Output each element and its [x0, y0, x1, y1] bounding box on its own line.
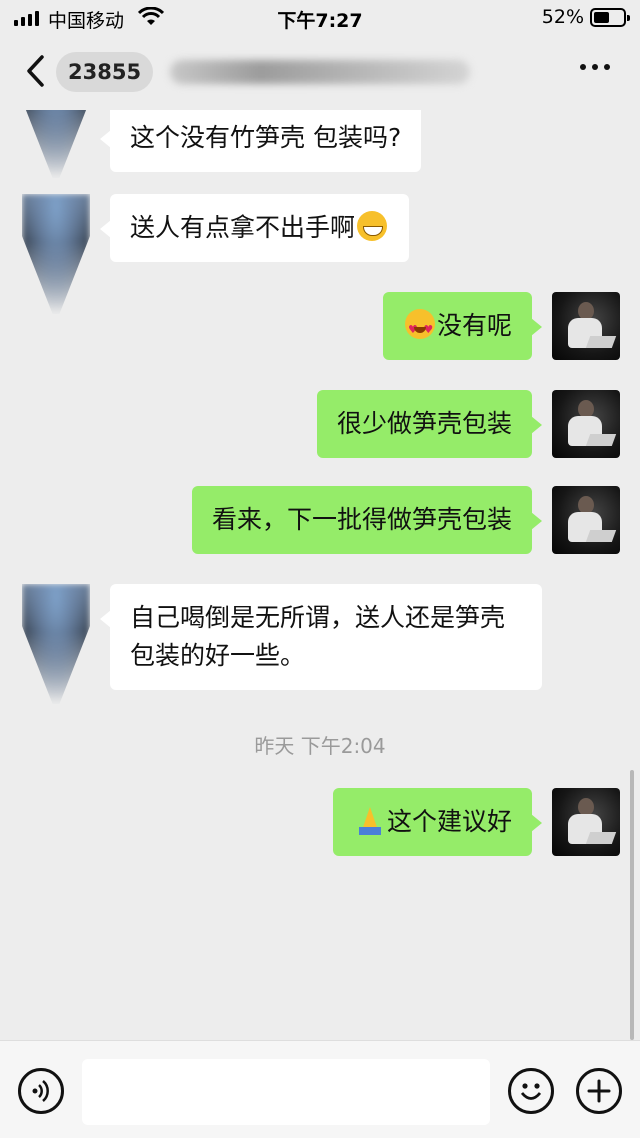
contact-avatar[interactable]: [22, 110, 90, 178]
message-text: 没有呢: [436, 311, 512, 340]
message-row: 这个没有竹笋壳 包装吗?: [0, 110, 640, 178]
grin-icon: [357, 211, 388, 241]
heart-eyes-icon: [404, 309, 435, 349]
my-avatar[interactable]: [552, 292, 620, 360]
message-bubble-incoming[interactable]: 自己喝倒是无所谓，送人还是笋壳包装的好一些。: [100, 584, 542, 690]
message-text: 看来，下一批得做笋壳包装: [211, 505, 512, 534]
my-avatar[interactable]: [552, 390, 620, 458]
blurred-contact-name: [170, 60, 470, 84]
input-bar: [0, 1040, 640, 1138]
chat-messages[interactable]: 这个没有竹笋壳 包装吗? 送人有点拿不出手啊 没有呢 很少做笋壳包装 看来，下一…: [0, 110, 640, 1040]
my-avatar[interactable]: [552, 486, 620, 554]
message-text: 自己喝倒是无所谓，送人还是笋壳包装的好一些。: [130, 603, 506, 670]
message-row: 看来，下一批得做笋壳包装: [0, 486, 640, 566]
message-bubble-outgoing[interactable]: 看来，下一批得做笋壳包装: [191, 486, 543, 554]
emoji-button[interactable]: [508, 1068, 554, 1114]
chat-title: 23855: [56, 52, 154, 92]
message-timestamp: 昨天 下午2:04: [254, 734, 386, 758]
back-icon[interactable]: [22, 54, 52, 88]
chat-header: 23855: [0, 36, 640, 110]
voice-input-button[interactable]: [18, 1068, 64, 1114]
more-options-icon[interactable]: [580, 64, 610, 70]
message-text: 这个建议好: [386, 807, 512, 836]
plus-icon: [587, 1079, 611, 1103]
battery-icon: [590, 8, 630, 27]
voice-icon: [32, 1080, 49, 1102]
status-bar: 中国移动 下午7:27 52%: [0, 0, 640, 36]
smiley-icon: [520, 1083, 542, 1100]
scrollbar[interactable]: [630, 770, 634, 1040]
message-bubble-outgoing[interactable]: 很少做笋壳包装: [316, 390, 543, 458]
message-text: 很少做笋壳包装: [336, 409, 512, 438]
message-input[interactable]: [82, 1059, 490, 1125]
battery-percent: 52%: [541, 6, 584, 28]
message-bubble-outgoing[interactable]: 没有呢: [382, 292, 543, 360]
my-avatar[interactable]: [552, 788, 620, 856]
message-row: 没有呢: [0, 292, 640, 372]
message-bubble-incoming[interactable]: 这个没有竹笋壳 包装吗?: [99, 110, 422, 172]
pray-icon: [355, 805, 385, 835]
contact-avatar[interactable]: [22, 584, 90, 704]
more-functions-button[interactable]: [576, 1068, 622, 1114]
message-row: 送人有点拿不出手啊: [0, 194, 640, 314]
message-text: 这个没有竹笋壳 包装吗?: [130, 123, 402, 152]
message-bubble-outgoing[interactable]: 这个建议好: [332, 788, 543, 856]
message-bubble-incoming[interactable]: 送人有点拿不出手啊: [99, 194, 410, 262]
message-row: 自己喝倒是无所谓，送人还是笋壳包装的好一些。: [0, 584, 640, 704]
message-text: 送人有点拿不出手啊: [130, 213, 356, 242]
message-row: 很少做笋壳包装: [0, 390, 640, 470]
message-row: 这个建议好: [0, 788, 640, 868]
